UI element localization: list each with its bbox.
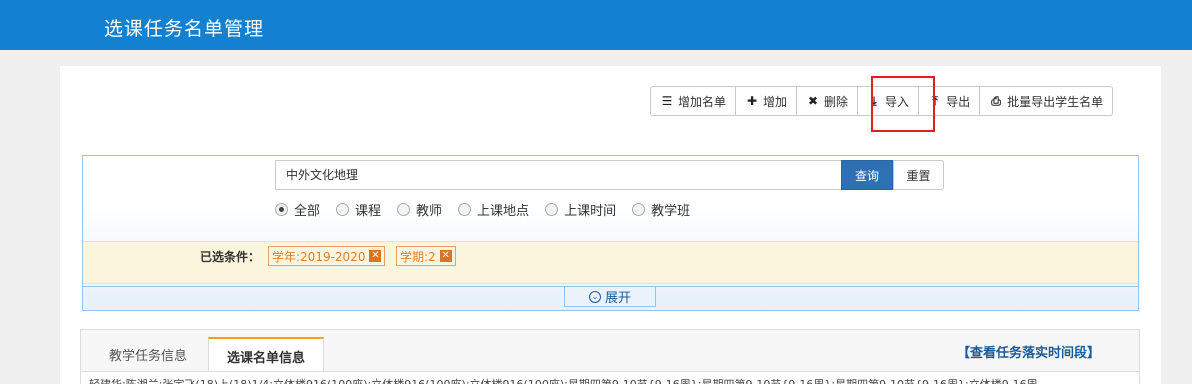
import-button[interactable]: ⤓ 导入 [858,87,920,115]
radio-circle-selected [275,203,288,216]
import-icon: ⤓ [871,93,877,108]
radio-circle [336,203,350,216]
batch-export-label: 批量导出学生名单 [1007,94,1104,109]
radio-label: 课程 [355,204,382,219]
title-bar: 选课任务名单管理 [0,0,1192,50]
page-title: 选课任务名单管理 [104,18,265,40]
condition-tag-year: 学年:2019-2020 ✕ [268,246,386,266]
tab-enrollment-list[interactable]: 选课名单信息 [208,337,324,373]
content-row-text: 轻建华;陈湘兰;张宇飞(18)上(18)1/4;立体楼916(100座);立体楼… [89,376,1038,384]
view-task-period-link[interactable]: 【查看任务落实时间段】 [957,342,1100,361]
conditions-label: 已选条件： [200,250,261,264]
radio-label: 教师 [416,204,443,219]
export-button[interactable]: ⤒ 导出 [919,87,981,115]
radio-circle [458,203,472,216]
radio-label: 上课时间 [564,204,617,219]
list-icon: ☰ [661,94,673,108]
radio-location[interactable]: 上课地点 [458,200,529,219]
radio-teacher[interactable]: 教师 [397,200,442,219]
tag-label: 学年:2019-2020 [272,249,366,264]
radio-circle [545,203,559,216]
search-scope-radios: 全部 课程 教师 上课地点 上课时间 教学班 [275,200,690,219]
radio-label: 教学班 [651,204,691,219]
radio-class[interactable]: 教学班 [632,200,690,219]
tab-teaching-tasks[interactable]: 教学任务信息 [92,337,204,371]
condition-tag-term: 学期:2 ✕ [396,246,456,266]
radio-label: 上课地点 [477,204,530,219]
close-icon[interactable]: ✕ [439,250,452,262]
radio-label: 全部 [294,204,321,219]
radio-course[interactable]: 课程 [336,200,381,219]
plus-icon: ✚ [746,94,758,108]
tab-content: 轻建华;陈湘兰;张宇飞(18)上(18)1/4;立体楼916(100座);立体楼… [81,371,1139,384]
close-icon[interactable]: ✕ [369,250,382,262]
add-button[interactable]: ✚ 增加 [736,87,798,115]
remove-icon: ✖ [808,94,819,108]
radio-circle [397,203,411,216]
export-label: 导出 [946,94,971,109]
query-button[interactable]: 查询 [841,160,893,190]
radio-all[interactable]: 全部 [275,200,320,219]
print-icon: ⎙ [991,93,1001,108]
radio-time[interactable]: 上课时间 [545,200,616,219]
radio-circle [632,203,646,216]
expand-label: 展开 [604,291,631,306]
expand-button[interactable]: ⌄ 展开 [564,287,656,307]
add-list-label: 增加名单 [678,94,727,109]
export-icon: ⤒ [932,93,938,108]
delete-label: 删除 [824,94,849,109]
add-label: 增加 [763,94,788,109]
reset-button[interactable]: 重置 [893,160,944,190]
delete-button[interactable]: ✖ 删除 [797,87,859,115]
batch-export-button[interactable]: ⎙ 批量导出学生名单 [980,87,1112,115]
add-list-button[interactable]: ☰ 增加名单 [651,87,737,115]
tag-label: 学期:2 [400,249,436,264]
chevron-down-icon: ⌄ [588,290,601,303]
search-input[interactable]: 中外文化地理 [275,160,842,190]
toolbar: ☰ 增加名单 ✚ 增加 ✖ 删除 ⤓ 导入 ⤒ 导出 ⎙ 批量导出学生名单 [650,86,1114,116]
import-label: 导入 [885,94,910,109]
